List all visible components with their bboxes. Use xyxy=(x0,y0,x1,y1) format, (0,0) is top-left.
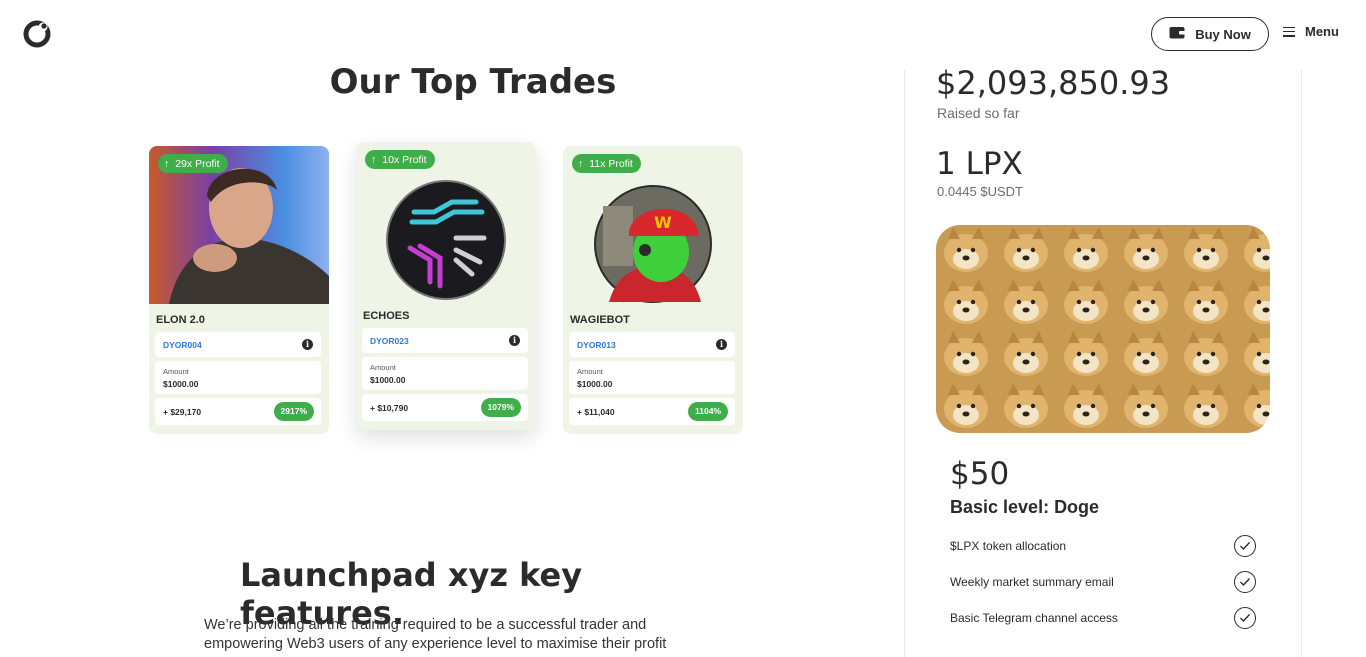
token-price-usdt: 0.0445 $USDT xyxy=(937,184,1023,199)
card-title: ELON 2.0 xyxy=(156,314,205,326)
tier-feature-item: Basic Telegram channel access xyxy=(950,606,1256,630)
amount-row: Amount $1000.00 xyxy=(155,361,321,394)
gain-value: + $10,790 xyxy=(370,403,409,413)
raised-amount: $2,093,850.93 xyxy=(936,64,1171,102)
tier-feature-item: $LPX token allocation xyxy=(950,534,1256,558)
raised-label: Raised so far xyxy=(937,105,1020,121)
card-title: WAGIEBOT xyxy=(570,314,630,326)
arrow-up-icon: ↑ xyxy=(578,157,584,170)
percent-badge: 1079% xyxy=(480,398,521,417)
percent-badge: 2917% xyxy=(273,402,314,421)
gain-row: + $29,170 2917% xyxy=(155,398,321,425)
tier-feature-item: Weekly market summary email xyxy=(950,570,1256,594)
amount-label: Amount xyxy=(370,363,396,372)
menu-label: Menu xyxy=(1305,24,1339,39)
tier-feature-label: Basic Telegram channel access xyxy=(950,611,1118,625)
info-icon[interactable]: i xyxy=(509,335,520,346)
amount-value: $1000.00 xyxy=(370,375,406,385)
amount-value: $1000.00 xyxy=(163,379,199,389)
tier-feature-label: $LPX token allocation xyxy=(950,539,1067,553)
svg-text:W: W xyxy=(654,213,672,232)
check-circle-icon xyxy=(1234,607,1256,629)
code-row: DYOR013 i xyxy=(569,332,735,357)
token-price: 1 LPX xyxy=(936,146,1023,182)
tier-feature-label: Weekly market summary email xyxy=(950,575,1114,589)
check-circle-icon xyxy=(1234,535,1256,557)
amount-label: Amount xyxy=(163,367,189,376)
code-row: DYOR004 i xyxy=(155,332,321,357)
card-title: ECHOES xyxy=(363,310,410,322)
profit-label: 10x Profit xyxy=(382,153,427,166)
tier-name: Basic level: Doge xyxy=(950,497,1100,517)
profit-label: 11x Profit xyxy=(589,157,633,170)
ticker-code: DYOR023 xyxy=(370,336,409,346)
amount-value: $1000.00 xyxy=(577,379,613,389)
trade-card-echoes[interactable]: ↑ 10x Profit ECHOES DYOR023 i Amount $10… xyxy=(356,142,536,430)
info-icon[interactable]: i xyxy=(302,339,313,350)
menu-button[interactable]: Menu xyxy=(1283,24,1339,39)
trade-card-elon[interactable]: ↑ 29x Profit ELON 2.0 DYOR004 i Amount $… xyxy=(149,146,329,434)
top-trades-title: Our Top Trades xyxy=(329,62,617,102)
doge-tier-image xyxy=(936,225,1270,433)
arrow-up-icon: ↑ xyxy=(164,157,170,170)
buy-now-button[interactable]: Buy Now xyxy=(1151,17,1269,51)
tier-price: $50 xyxy=(950,456,1010,492)
amount-label: Amount xyxy=(577,367,603,376)
profit-badge: ↑ 10x Profit xyxy=(365,150,435,169)
gain-row: + $10,790 1079% xyxy=(362,394,528,421)
profit-badge: ↑ 11x Profit xyxy=(572,154,641,173)
trade-card-wagiebot[interactable]: W ↑ 11x Profit WAGIEBOT DYOR013 i Amount… xyxy=(563,146,743,434)
amount-row: Amount $1000.00 xyxy=(569,361,735,394)
gain-value: + $11,040 xyxy=(577,407,615,417)
check-circle-icon xyxy=(1234,571,1256,593)
features-description: We’re providing all the training require… xyxy=(204,617,667,652)
wallet-icon xyxy=(1169,26,1186,42)
ticker-code: DYOR013 xyxy=(577,340,616,350)
profit-label: 29x Profit xyxy=(175,157,220,170)
hamburger-icon xyxy=(1283,26,1295,37)
gain-row: + $11,040 1104% xyxy=(569,398,735,425)
code-row: DYOR023 i xyxy=(362,328,528,353)
profit-badge: ↑ 29x Profit xyxy=(158,154,228,173)
arrow-up-icon: ↑ xyxy=(371,153,377,166)
percent-badge: 1104% xyxy=(688,402,728,421)
buy-now-label: Buy Now xyxy=(1195,26,1251,42)
amount-row: Amount $1000.00 xyxy=(362,357,528,390)
gain-value: + $29,170 xyxy=(163,407,202,417)
ticker-code: DYOR004 xyxy=(163,340,202,350)
site-logo[interactable] xyxy=(22,19,52,49)
info-icon[interactable]: i xyxy=(716,339,727,350)
